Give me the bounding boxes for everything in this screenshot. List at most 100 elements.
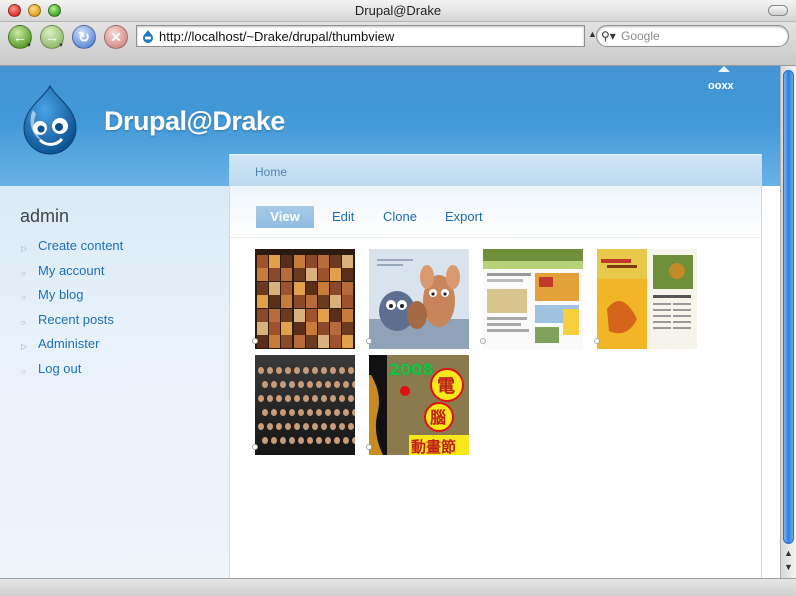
- grid-photo-cell: [330, 322, 342, 335]
- grid-photo-cell: [281, 308, 293, 322]
- thumbnail-radio[interactable]: [252, 444, 258, 450]
- grid-photo-cell: [330, 255, 342, 268]
- tab-edit[interactable]: Edit: [332, 206, 354, 228]
- grid-photo-cell: [342, 322, 354, 335]
- group-person: [294, 423, 300, 430]
- scroll-down-icon[interactable]: ▼: [784, 562, 793, 572]
- grid-photo-cell: [342, 281, 354, 295]
- group-person: [262, 409, 268, 416]
- grid-photo-cell: [318, 335, 329, 349]
- menu-item-recent-posts[interactable]: ○ Recent posts: [20, 312, 123, 337]
- page-viewport: ooxx Drupal@Drake admin ▷ Create content…: [0, 66, 780, 578]
- group-person: [271, 437, 277, 444]
- grid-photo-cell: [293, 308, 305, 322]
- grid-photo-cell: [318, 255, 329, 268]
- grid-photo-cell: [281, 295, 293, 309]
- thumbnail-cartoon-rats[interactable]: [369, 249, 469, 349]
- magazine-spread-image: [597, 249, 697, 349]
- window-titlebar: Drupal@Drake: [0, 0, 796, 22]
- grid-photo-cell: [330, 308, 342, 322]
- grid-photo-cell: [342, 255, 354, 268]
- thumbnail-radio[interactable]: [252, 338, 258, 344]
- primary-link[interactable]: ooxx: [708, 66, 734, 92]
- group-person: [348, 395, 354, 402]
- thumbnail-group-photo[interactable]: [255, 355, 355, 455]
- group-person: [298, 437, 304, 444]
- group-person: [294, 367, 300, 374]
- group-person: [343, 437, 349, 444]
- scrollbar-thumb[interactable]: [783, 70, 794, 544]
- toolbar-toggle-button[interactable]: [768, 5, 788, 16]
- url-text: http://localhost/~Drake/drupal/thumbview: [159, 29, 395, 44]
- thumbnail-radio[interactable]: [594, 338, 600, 344]
- group-person: [307, 437, 313, 444]
- breadcrumb-home-link[interactable]: Home: [255, 165, 287, 179]
- group-person: [325, 381, 331, 388]
- tab-view[interactable]: View: [256, 206, 314, 228]
- search-icon[interactable]: ⚲▾: [601, 29, 616, 43]
- menu-item-my-blog[interactable]: ○ My blog: [20, 287, 123, 312]
- reload-icon: ↻: [78, 29, 90, 45]
- grid-photo-cell: [318, 281, 329, 295]
- group-person: [343, 409, 349, 416]
- group-person: [325, 409, 331, 416]
- drupal-logo-icon[interactable]: [18, 84, 82, 156]
- grid-photo-cell: [318, 295, 329, 309]
- thumbnail-radio[interactable]: [480, 338, 486, 344]
- grid-photo-cell: [305, 335, 317, 349]
- grid-photo-cell: [281, 255, 293, 268]
- grid-photo-cell: [330, 335, 342, 349]
- thumbnail-magazine-spread[interactable]: [597, 249, 697, 349]
- address-bar[interactable]: http://localhost/~Drake/drupal/thumbview: [136, 25, 585, 47]
- group-person: [280, 437, 286, 444]
- grid-photo-cell: [293, 255, 305, 268]
- scroll-up-icon[interactable]: ▲: [784, 548, 793, 558]
- drupal-favicon-icon: [143, 30, 153, 43]
- sidebar-title: admin: [20, 206, 70, 226]
- tab-export[interactable]: Export: [445, 206, 483, 228]
- grid-photo-cell: [330, 268, 342, 282]
- reload-button[interactable]: ↻: [72, 25, 96, 49]
- thumbnail-website-screenshot[interactable]: [483, 249, 583, 349]
- grid-photo-cell: [257, 268, 268, 282]
- group-person: [334, 381, 340, 388]
- thumbnail-radio[interactable]: [366, 338, 372, 344]
- group-person: [321, 395, 327, 402]
- group-person: [339, 367, 345, 374]
- main-content: Home View Edit Clone Export 2008 電 腦 動畫節: [229, 154, 762, 578]
- circle-bullet-icon: ○: [21, 366, 26, 376]
- grid-photo-cell: [293, 268, 305, 282]
- group-person: [348, 367, 354, 374]
- group-person: [285, 367, 291, 374]
- stop-button[interactable]: ✕: [104, 25, 128, 49]
- animation-poster-image: 2008 電 腦 動畫節: [369, 355, 469, 455]
- menu-item-my-account[interactable]: ○ My account: [20, 263, 123, 288]
- thumbnail-photo-grid[interactable]: [255, 249, 355, 349]
- menu-item-log-out[interactable]: ○ Log out: [20, 361, 123, 386]
- page-scrollbar[interactable]: ▲ ▼: [780, 66, 796, 578]
- forward-history-icon[interactable]: ▼: [58, 43, 64, 49]
- group-person: [325, 437, 331, 444]
- menu-item-administer[interactable]: ▷ Administer: [20, 336, 123, 361]
- thumbnail-radio[interactable]: [366, 444, 372, 450]
- circle-bullet-icon: ○: [21, 317, 26, 327]
- thumbnail-animation-poster[interactable]: 2008 電 腦 動畫節: [369, 355, 469, 455]
- group-person: [271, 409, 277, 416]
- search-field[interactable]: ⚲▾: [596, 25, 789, 47]
- website-screenshot-image: [483, 249, 583, 349]
- search-input[interactable]: [621, 28, 781, 44]
- group-person: [258, 423, 264, 430]
- grid-photo-cell: [257, 335, 268, 349]
- tab-clone[interactable]: Clone: [383, 206, 417, 228]
- back-history-icon[interactable]: ▼: [26, 43, 32, 49]
- grid-photo-cell: [269, 335, 281, 349]
- group-person: [321, 367, 327, 374]
- menu-item-create-content[interactable]: ▷ Create content: [20, 238, 123, 263]
- site-name[interactable]: Drupal@Drake: [104, 106, 285, 137]
- grid-photo-cell: [269, 268, 281, 282]
- user-menu: ▷ Create content ○ My account ○ My blog …: [20, 238, 123, 386]
- grid-photo-cell: [305, 308, 317, 322]
- grid-photo-cell: [318, 308, 329, 322]
- grid-photo-cell: [269, 295, 281, 309]
- group-person: [303, 423, 309, 430]
